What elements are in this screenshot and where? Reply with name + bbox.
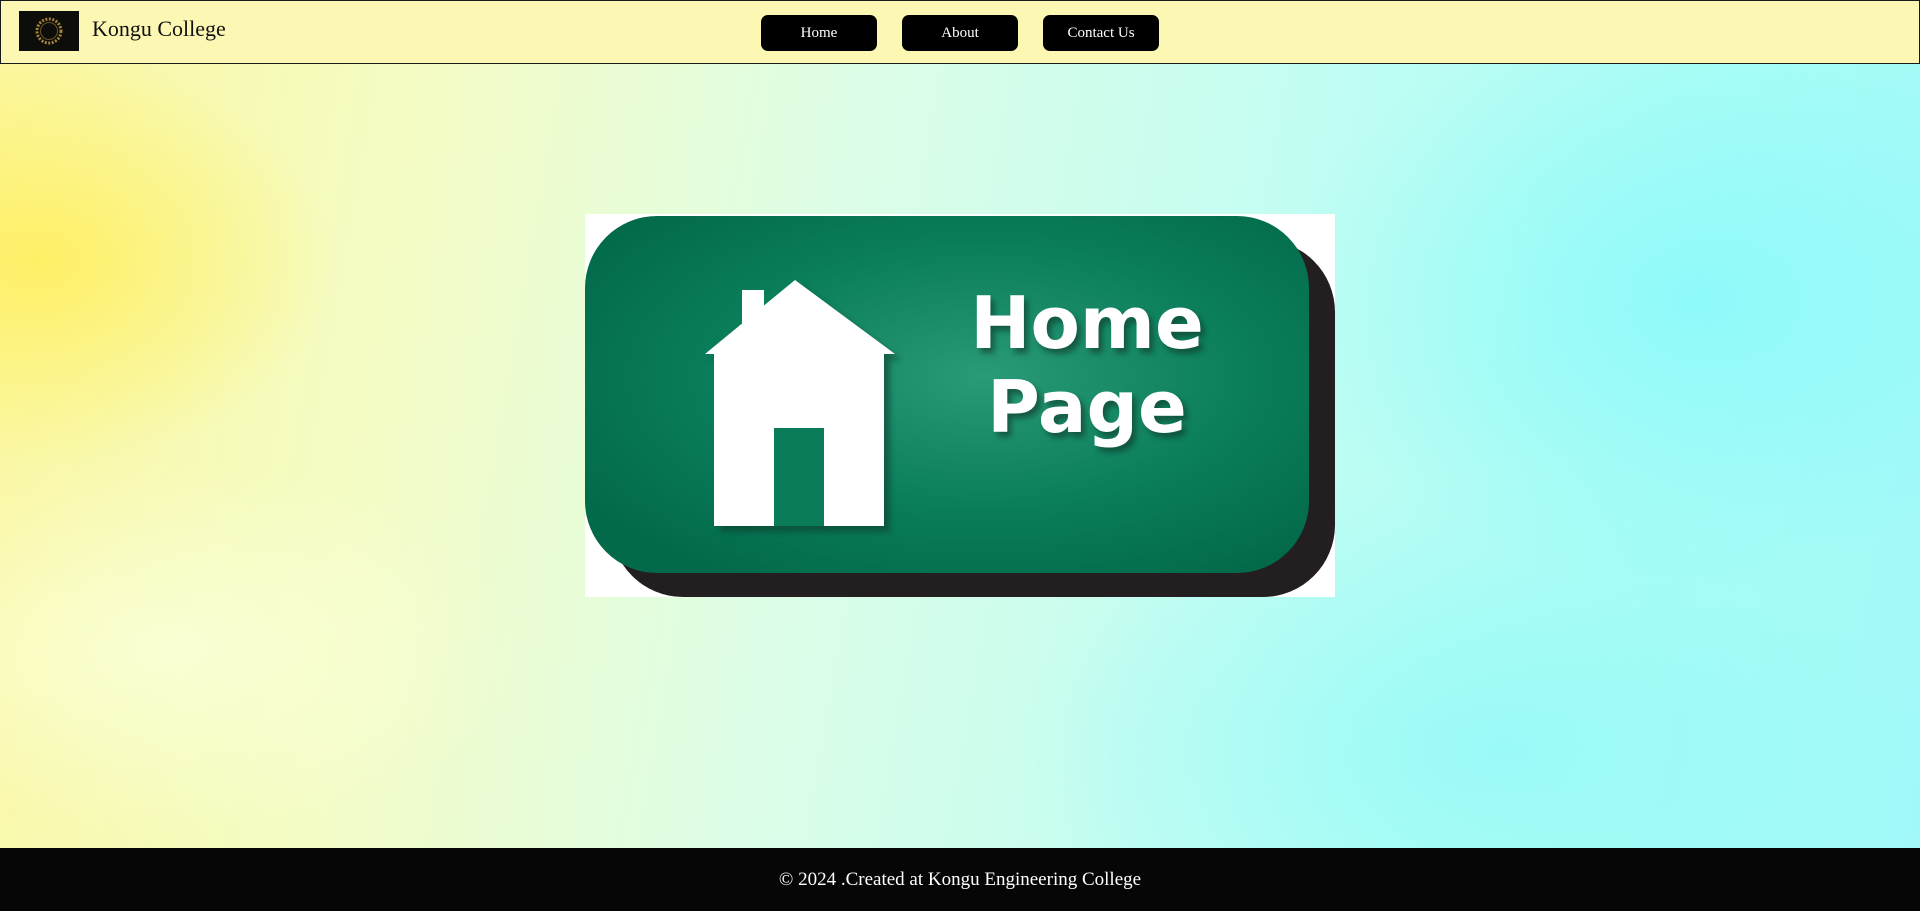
nav-home-button[interactable]: Home: [761, 15, 877, 51]
navbar: Kongu College Home About Contact Us: [0, 0, 1920, 64]
nav-contact-button[interactable]: Contact Us: [1043, 15, 1159, 51]
home-text: Home: [970, 281, 1204, 365]
nav-links: Home About Contact Us: [761, 15, 1159, 51]
laurel-wreath-icon: [35, 17, 63, 45]
logo[interactable]: [19, 11, 79, 51]
nav-about-button[interactable]: About: [902, 15, 1018, 51]
footer: © 2024 .Created at Kongu Engineering Col…: [0, 848, 1920, 911]
page: Kongu College Home About Contact Us Home…: [0, 0, 1920, 911]
home-page-button-image: Home Page Home Page: [585, 214, 1335, 597]
page-text: Page: [987, 365, 1187, 449]
button-face: [585, 216, 1309, 573]
footer-copyright: © 2024 .Created at Kongu Engineering Col…: [778, 868, 1142, 890]
brand-name: Kongu College: [92, 16, 226, 41]
